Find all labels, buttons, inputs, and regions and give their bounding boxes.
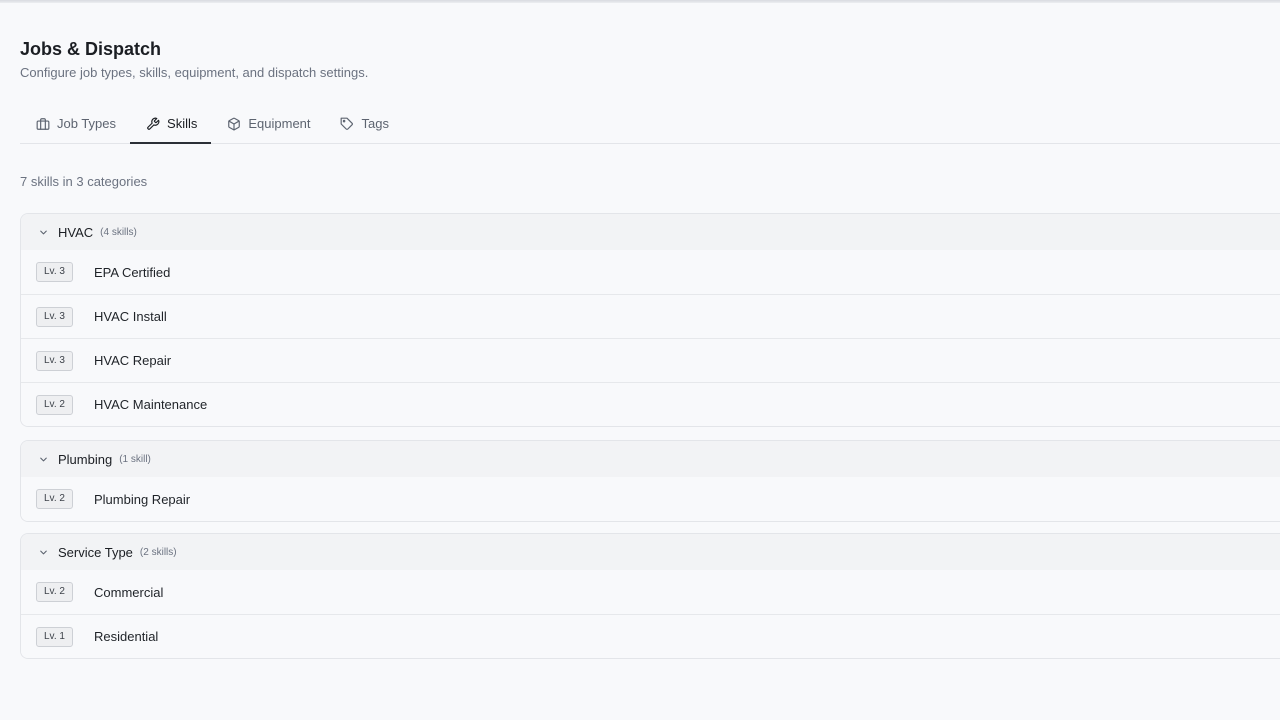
tab-bar: Job Types Skills Equipment Tags [20,104,1280,144]
page-content: Jobs & Dispatch Configure job types, ski… [20,36,1280,659]
skill-row[interactable]: Lv. 3 HVAC Repair [21,338,1280,382]
skill-group-plumbing: Plumbing (1 skill) Lv. 2 Plumbing Repair [20,440,1280,522]
chevron-down-icon [37,453,49,465]
skill-row[interactable]: Lv. 1 Residential [21,614,1280,658]
skill-name: HVAC Maintenance [94,397,208,412]
briefcase-icon [35,116,50,131]
tab-label: Equipment [248,116,311,131]
tab-tags[interactable]: Tags [325,104,403,143]
skill-row[interactable]: Lv. 3 HVAC Install [21,294,1280,338]
tab-label: Job Types [57,116,117,131]
skill-group-hvac: HVAC (4 skills) Lv. 3 EPA Certified Lv. … [20,213,1280,427]
box-icon [226,116,241,131]
skill-name: HVAC Install [94,309,167,324]
tag-icon [340,116,355,131]
group-count: (4 skills) [100,226,137,238]
skill-group-service-type: Service Type (2 skills) Lv. 2 Commercial… [20,533,1280,659]
group-header[interactable]: Service Type (2 skills) [21,534,1280,570]
level-badge: Lv. 3 [36,350,73,371]
group-count: (1 skill) [119,453,151,465]
level-badge: Lv. 3 [36,262,73,282]
group-header[interactable]: HVAC (4 skills) [21,214,1280,250]
level-badge: Lv. 3 [36,306,73,327]
page-title: Jobs & Dispatch [20,39,162,59]
tab-equipment[interactable]: Equipment [211,104,324,143]
skill-name: HVAC Repair [94,353,172,368]
tab-label: Tags [361,116,389,131]
skill-name: Commercial [94,584,164,600]
skill-name: Plumbing Repair [94,491,191,507]
tab-skills[interactable]: Skills [130,104,212,144]
level-badge: Lv. 2 [36,489,73,509]
group-header[interactable]: Plumbing (1 skill) [21,441,1280,477]
wrench-icon [145,116,160,131]
chevron-down-icon [37,546,49,558]
group-count: (2 skills) [139,546,177,558]
level-badge: Lv. 2 [36,394,73,415]
level-badge: Lv. 2 [36,582,73,602]
skill-name: Residential [94,629,159,644]
group-name: Plumbing [58,451,113,467]
skill-row[interactable]: Lv. 2 Commercial [21,570,1280,614]
chevron-down-icon [37,226,49,238]
skills-summary: 7 skills in 3 categories [20,174,148,189]
skill-row[interactable]: Lv. 2 Plumbing Repair [21,477,1280,521]
skill-row[interactable]: Lv. 3 EPA Certified [21,250,1280,294]
skill-name: EPA Certified [94,264,171,280]
page-subtitle: Configure job types, skills, equipment, … [20,65,369,80]
group-name: HVAC [58,224,94,240]
top-edge-bar [0,0,1280,3]
tab-label: Skills [167,116,198,131]
level-badge: Lv. 1 [36,626,73,647]
group-name: Service Type [58,544,133,560]
tab-job-types[interactable]: Job Types [20,104,130,143]
skill-row[interactable]: Lv. 2 HVAC Maintenance [21,382,1280,426]
